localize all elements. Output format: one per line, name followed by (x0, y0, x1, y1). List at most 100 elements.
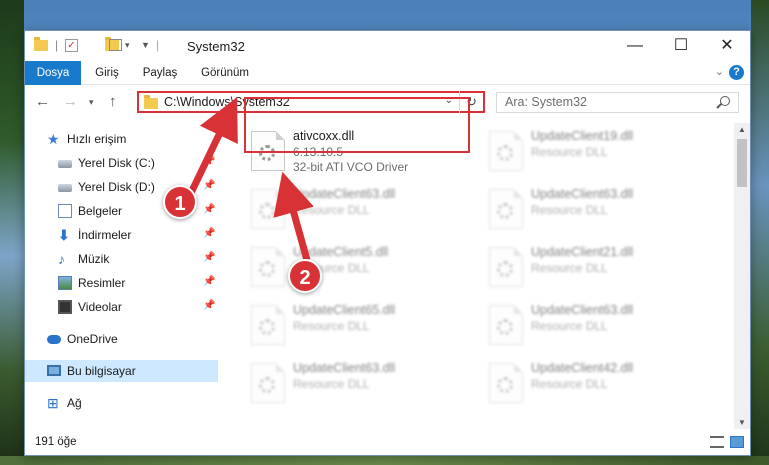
file-name: UpdateClient63.dll (293, 187, 396, 201)
gear-icon (259, 203, 275, 219)
file-item[interactable]: UpdateClient63.dll Resource DLL (243, 359, 468, 409)
view-icon[interactable] (109, 39, 122, 51)
window-title: System32 (187, 39, 245, 54)
chevron-down-icon[interactable]: ⌄ (445, 95, 453, 106)
sidebar-item-quick-access[interactable]: ★ Hızlı erişim (25, 128, 218, 150)
disk-icon (58, 184, 72, 192)
search-box[interactable] (496, 92, 739, 113)
sidebar-item-music[interactable]: ♪ Müzik 📌 (25, 248, 218, 270)
chevron-down-icon[interactable]: ▼ (141, 40, 150, 56)
pin-icon[interactable]: 📌 (203, 204, 215, 215)
wallpaper-bottom (0, 456, 769, 465)
scroll-up-icon[interactable]: ▲ (734, 125, 750, 134)
tab-home[interactable]: Giriş (87, 61, 127, 85)
tab-share[interactable]: Paylaş (135, 61, 185, 85)
documents-icon (58, 204, 72, 218)
file-item-ativcoxx[interactable]: ativcoxx.dll 6.13.10.5 32-bit ATI VCO Dr… (243, 127, 468, 177)
file-name: UpdateClient63.dll (531, 303, 634, 317)
sidebar-item-this-pc[interactable]: Bu bilgisayar (25, 360, 218, 382)
file-name: UpdateClient19.dll (531, 129, 634, 143)
properties-icon[interactable]: ✓ (65, 39, 78, 52)
up-arrow-icon[interactable]: ↑ (109, 93, 117, 110)
dll-file-icon (251, 189, 285, 229)
address-path: C:\Windows\System32 (164, 95, 290, 109)
back-arrow-icon[interactable]: ← (35, 93, 50, 110)
maximize-button[interactable]: ☐ (658, 31, 704, 61)
vertical-scrollbar[interactable]: ▲ ▼ (734, 123, 750, 429)
gear-icon (497, 145, 513, 161)
scroll-thumb[interactable] (737, 139, 747, 187)
separator: | (55, 38, 59, 52)
file-type: Resource DLL (293, 377, 370, 391)
minimize-button[interactable]: — (612, 31, 658, 61)
refresh-icon[interactable]: ↻ (459, 91, 483, 113)
disk-icon (58, 160, 72, 168)
gear-icon (497, 261, 513, 277)
pin-icon[interactable]: 📌 (203, 252, 215, 263)
item-count: 191 öğe (35, 436, 77, 448)
ribbon-tabs: Dosya Giriş Paylaş Görünüm ⌄ ? (25, 61, 750, 85)
customize-dropdown-icon[interactable]: ▾ (125, 40, 130, 56)
sidebar-item-label: Yerel Disk (C:) (78, 156, 155, 170)
close-button[interactable]: ✕ (704, 31, 750, 61)
file-name: UpdateClient63.dll (531, 187, 634, 201)
sidebar-item-label: Hızlı erişim (67, 132, 127, 146)
file-item[interactable]: UpdateClient63.dll Resource DLL (481, 185, 706, 235)
sidebar-item-network[interactable]: ⊞ Ağ (25, 392, 218, 414)
onedrive-icon (47, 335, 61, 344)
file-item[interactable]: UpdateClient63.dll Resource DLL (243, 185, 468, 235)
pin-icon[interactable]: 📌 (203, 276, 215, 287)
expand-ribbon-icon[interactable]: ⌄ (715, 65, 724, 78)
music-icon: ♪ (58, 251, 65, 267)
file-item[interactable]: UpdateClient42.dll Resource DLL (481, 359, 706, 409)
tiles-view-icon[interactable] (730, 436, 744, 448)
tab-view[interactable]: Görünüm (195, 61, 255, 85)
forward-arrow-icon[interactable]: → (63, 93, 78, 110)
file-item[interactable]: UpdateClient5.dll Resource DLL (243, 243, 468, 293)
dll-file-icon (489, 189, 523, 229)
help-button[interactable]: ? (729, 65, 744, 80)
pin-icon[interactable]: 📌 (203, 300, 215, 311)
gear-icon (497, 377, 513, 393)
details-view-icon[interactable] (710, 436, 724, 448)
file-type: Resource DLL (293, 319, 370, 333)
title-bar: | ✓ ▾ ▼ | System32 — ☐ ✕ (25, 31, 750, 61)
gear-icon (259, 145, 275, 161)
file-name: UpdateClient65.dll (293, 303, 396, 317)
file-item[interactable]: UpdateClient63.dll Resource DLL (481, 301, 706, 351)
dll-file-icon (489, 305, 523, 345)
sidebar-item-label: Bu bilgisayar (67, 364, 136, 378)
dll-file-icon (489, 131, 523, 171)
file-type: Resource DLL (531, 145, 608, 159)
star-icon: ★ (47, 131, 60, 147)
sidebar-item-label: OneDrive (67, 332, 118, 346)
sidebar-item-pictures[interactable]: Resimler 📌 (25, 272, 218, 294)
pin-icon[interactable]: 📌 (203, 156, 215, 167)
file-type: Resource DLL (531, 319, 608, 333)
sidebar-item-disk-c[interactable]: Yerel Disk (C:) 📌 (25, 152, 218, 174)
navigation-pane: ★ Hızlı erişim Yerel Disk (C:) 📌 Yerel D… (25, 123, 218, 429)
search-icon[interactable] (720, 96, 730, 106)
sidebar-item-onedrive[interactable]: OneDrive (25, 328, 218, 350)
gear-icon (259, 319, 275, 335)
search-input[interactable] (505, 95, 705, 109)
sidebar-item-label: Resimler (78, 276, 126, 290)
file-item[interactable]: UpdateClient21.dll Resource DLL (481, 243, 706, 293)
recent-locations-icon[interactable]: ▾ (89, 97, 94, 108)
step-marker-2: 2 (288, 259, 322, 293)
this-pc-icon (47, 365, 61, 376)
pin-icon[interactable]: 📌 (203, 180, 215, 191)
file-item[interactable]: UpdateClient65.dll Resource DLL (243, 301, 468, 351)
scroll-down-icon[interactable]: ▼ (734, 418, 750, 427)
file-item[interactable]: UpdateClient19.dll Resource DLL (481, 127, 706, 177)
network-icon: ⊞ (47, 395, 59, 411)
address-bar[interactable]: C:\Windows\System32 ⌄ ↻ (137, 91, 485, 113)
sidebar-item-videos[interactable]: Videolar 📌 (25, 296, 218, 318)
explorer-window: | ✓ ▾ ▼ | System32 — ☐ ✕ Dosya Giriş Pay… (24, 30, 751, 456)
pin-icon[interactable]: 📌 (203, 228, 215, 239)
sidebar-item-downloads[interactable]: ⬇ İndirmeler 📌 (25, 224, 218, 246)
dll-file-icon (489, 363, 523, 403)
tab-file[interactable]: Dosya (25, 61, 81, 85)
folder-icon (144, 95, 158, 109)
sidebar-item-label: İndirmeler (78, 228, 132, 242)
